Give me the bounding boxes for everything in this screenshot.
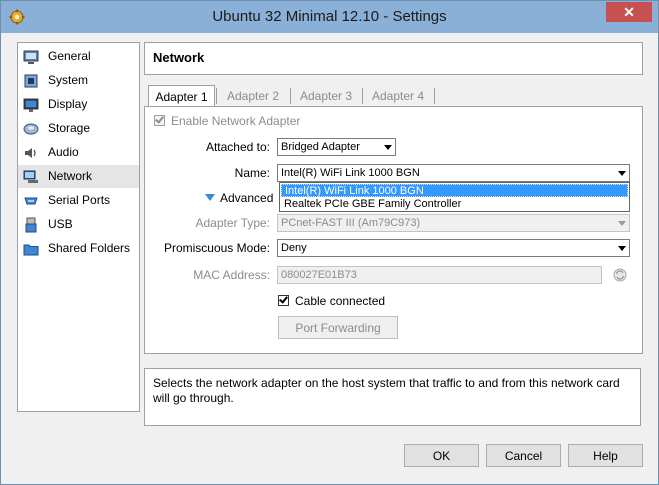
- sidebar-item-general[interactable]: General: [18, 45, 139, 68]
- attached-to-label: Attached to:: [205, 140, 270, 154]
- tab-adapter-1[interactable]: Adapter 1: [148, 85, 215, 108]
- sidebar-item-shared-folders[interactable]: Shared Folders: [18, 237, 139, 260]
- adapter-type-select[interactable]: PCnet-FAST III (Am79C973): [277, 214, 630, 232]
- close-button[interactable]: ✕: [606, 2, 652, 22]
- advanced-toggle-label[interactable]: Advanced: [220, 191, 273, 205]
- sidebar-item-label: Serial Ports: [48, 193, 111, 207]
- enable-adapter-label: Enable Network Adapter: [171, 114, 301, 128]
- dialog-client: General System Display Storage Audio Net…: [8, 33, 651, 479]
- tab-label: Adapter 4: [371, 89, 425, 103]
- enable-adapter-checkbox[interactable]: [154, 114, 165, 126]
- audio-icon: [25, 148, 36, 158]
- sidebar-item-display[interactable]: Display: [18, 93, 139, 116]
- system-icon: [24, 74, 38, 88]
- name-value: Intel(R) WiFi Link 1000 BGN: [281, 167, 420, 179]
- ok-button[interactable]: OK: [404, 444, 479, 467]
- chevron-down-icon: [618, 221, 626, 226]
- dropdown-option[interactable]: Intel(R) WiFi Link 1000 BGN: [281, 184, 628, 197]
- sidebar-item-audio[interactable]: Audio: [18, 141, 139, 164]
- mac-address-value: 080027E01B73: [281, 269, 357, 281]
- sidebar-item-label: Audio: [48, 145, 79, 159]
- port-forwarding-label: Port Forwarding: [295, 321, 381, 335]
- description-text: Selects the network adapter on the host …: [153, 376, 620, 405]
- page-title: Network: [153, 50, 205, 65]
- chevron-down-icon: [384, 145, 392, 150]
- storage-icon: [23, 123, 39, 135]
- chevron-down-icon: [618, 171, 626, 176]
- refresh-icon[interactable]: [612, 267, 628, 283]
- dropdown-option[interactable]: Realtek PCIe GBE Family Controller: [281, 198, 628, 211]
- description-box: Selects the network adapter on the host …: [144, 368, 641, 426]
- title-bar[interactable]: Ubuntu 32 Minimal 12.10 - Settings ✕: [1, 1, 658, 33]
- display-icon: [23, 98, 39, 112]
- cable-connected-checkbox[interactable]: [278, 294, 289, 306]
- sidebar-item-label: Storage: [48, 121, 91, 135]
- shared-folders-icon: [23, 244, 39, 256]
- name-select[interactable]: Intel(R) WiFi Link 1000 BGN: [277, 164, 630, 182]
- section-header: Network: [144, 42, 643, 75]
- mac-address-field[interactable]: 080027E01B73: [277, 266, 602, 284]
- cable-connected-label: Cable connected: [295, 294, 386, 308]
- tab-label: Adapter 3: [299, 89, 353, 103]
- settings-sidebar: General System Display Storage Audio Net…: [17, 42, 140, 412]
- tab-label: Adapter 2: [226, 89, 280, 103]
- port-forwarding-button[interactable]: Port Forwarding: [278, 316, 398, 339]
- sidebar-item-label: Shared Folders: [48, 241, 131, 255]
- promiscuous-mode-value: Deny: [281, 242, 307, 254]
- general-icon: [23, 50, 39, 64]
- tab-adapter-2[interactable]: Adapter 2: [218, 85, 288, 105]
- sidebar-item-serial-ports[interactable]: Serial Ports: [18, 189, 139, 212]
- close-icon: ✕: [623, 4, 635, 20]
- sidebar-item-label: General: [48, 49, 91, 63]
- promiscuous-mode-label: Promiscuous Mode:: [163, 241, 270, 255]
- promiscuous-mode-select[interactable]: Deny: [277, 239, 630, 257]
- sidebar-item-label: USB: [48, 217, 73, 231]
- option-label: Realtek PCIe GBE Family Controller: [284, 198, 462, 210]
- option-label: Intel(R) WiFi Link 1000 BGN: [285, 185, 424, 197]
- name-dropdown-list: Intel(R) WiFi Link 1000 BGN Realtek PCIe…: [279, 182, 630, 212]
- cancel-button[interactable]: Cancel: [486, 444, 561, 467]
- tab-adapter-3[interactable]: Adapter 3: [291, 85, 361, 105]
- name-label: Name:: [234, 166, 270, 180]
- serial-ports-icon: [24, 197, 38, 205]
- adapter-type-label: Adapter Type:: [195, 216, 271, 230]
- sidebar-item-label: Network: [48, 169, 93, 183]
- sidebar-item-network[interactable]: Network: [18, 165, 139, 188]
- attached-to-select[interactable]: Bridged Adapter: [277, 138, 396, 156]
- sidebar-item-system[interactable]: System: [18, 69, 139, 92]
- expand-triangle-icon[interactable]: [205, 194, 215, 201]
- mac-address-label: MAC Address:: [193, 268, 270, 282]
- tab-separator: [216, 88, 217, 104]
- cancel-label: Cancel: [504, 449, 543, 463]
- sidebar-item-label: System: [48, 73, 89, 87]
- tab-label: Adapter 1: [155, 90, 208, 104]
- sidebar-item-storage[interactable]: Storage: [18, 117, 139, 140]
- help-label: Help: [593, 449, 618, 463]
- sidebar-item-label: Display: [48, 97, 88, 111]
- ok-label: OK: [432, 449, 451, 463]
- settings-window: Ubuntu 32 Minimal 12.10 - Settings ✕ Gen…: [0, 0, 659, 485]
- sidebar-item-usb[interactable]: USB: [18, 213, 139, 236]
- usb-icon: [25, 217, 37, 233]
- chevron-down-icon: [618, 246, 626, 251]
- attached-to-value: Bridged Adapter: [281, 141, 360, 153]
- tab-separator: [434, 88, 435, 104]
- adapter-type-value: PCnet-FAST III (Am79C973): [281, 217, 421, 229]
- help-button[interactable]: Help: [568, 444, 643, 467]
- tab-adapter-4[interactable]: Adapter 4: [363, 85, 433, 105]
- network-icon: [23, 170, 38, 183]
- window-title: Ubuntu 32 Minimal 12.10 - Settings: [212, 8, 447, 25]
